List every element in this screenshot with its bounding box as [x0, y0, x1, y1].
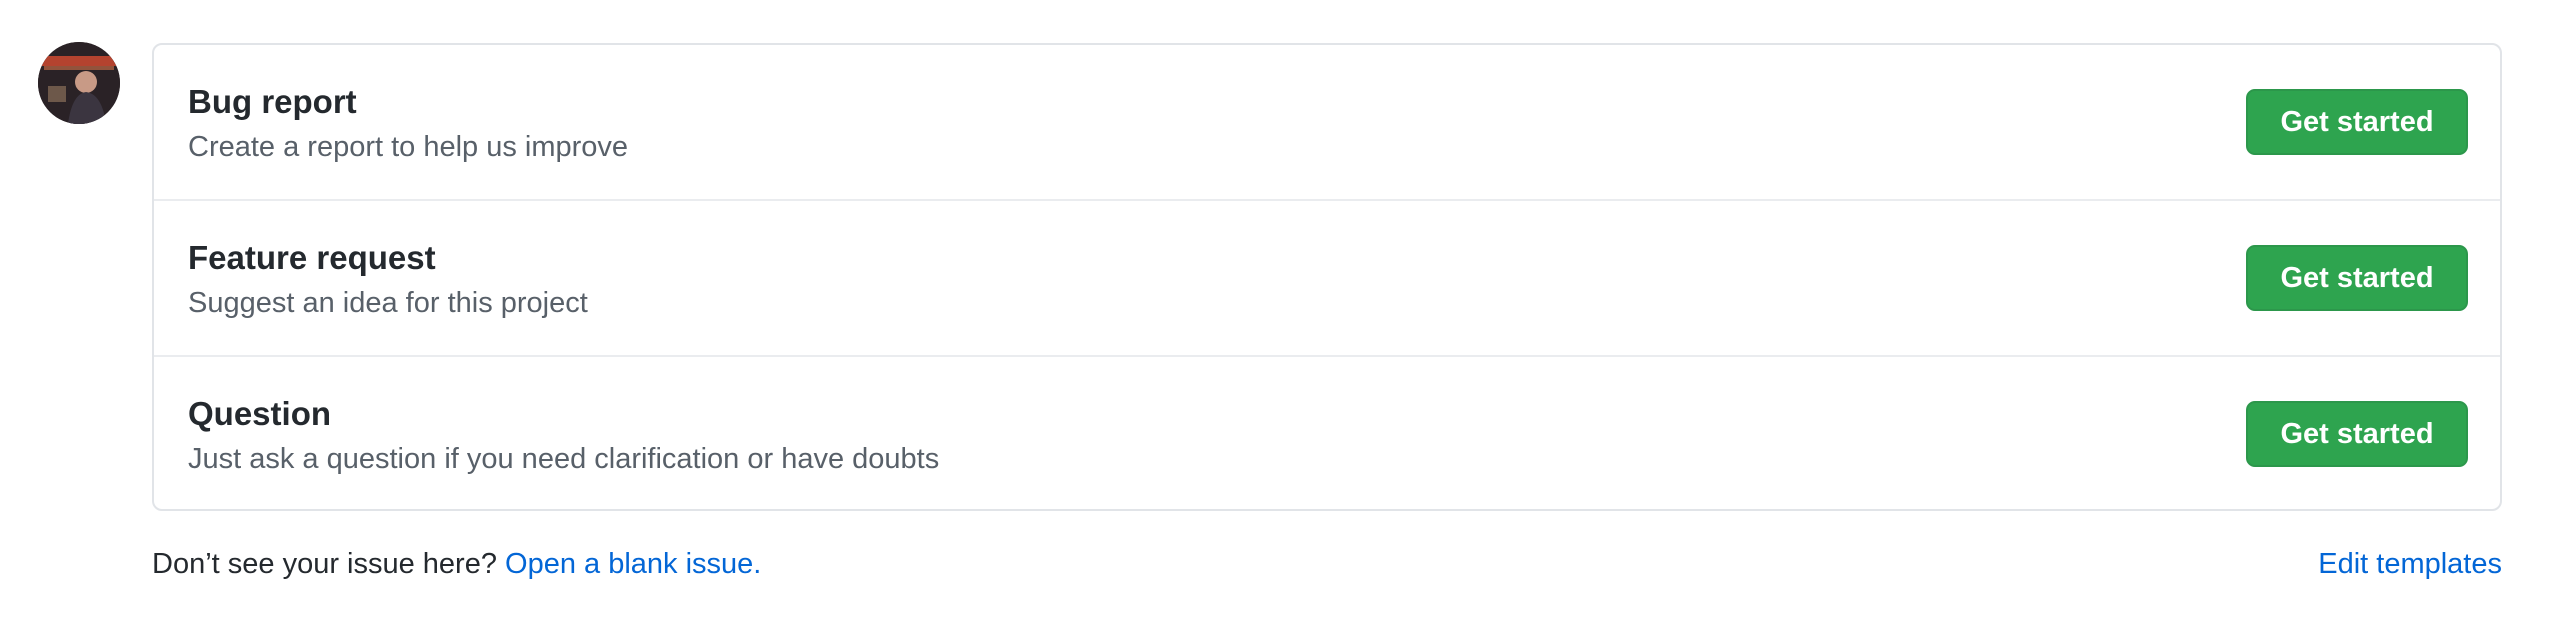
template-title: Feature request — [188, 239, 436, 276]
user-avatar[interactable] — [38, 42, 120, 124]
template-description: Create a report to help us improve — [188, 131, 629, 163]
avatar-photo-icon — [38, 42, 120, 124]
footer-prompt-text: Don’t see your issue here? — [152, 548, 506, 580]
template-title: Question — [188, 395, 332, 432]
open-blank-issue-link[interactable]: Open a blank issue. — [505, 548, 761, 580]
edit-templates-link[interactable]: Edit templates — [2318, 548, 2502, 581]
template-description: Suggest an idea for this project — [188, 287, 588, 319]
get-started-button-bug-report[interactable]: Get started — [2246, 89, 2468, 155]
template-row-bug-report: Bug report Create a report to help us im… — [154, 45, 2500, 201]
template-description: Just ask a question if you need clarific… — [188, 443, 940, 475]
issue-templates-list: Bug report Create a report to help us im… — [152, 43, 2502, 511]
template-row-question: Question Just ask a question if you need… — [154, 357, 2500, 513]
footer-left: Don’t see your issue here? Open a blank … — [152, 548, 761, 581]
get-started-button-feature-request[interactable]: Get started — [2246, 245, 2468, 311]
templates-footer: Don’t see your issue here? Open a blank … — [152, 548, 2502, 592]
get-started-button-question[interactable]: Get started — [2246, 401, 2468, 467]
template-title: Bug report — [188, 83, 357, 120]
template-row-feature-request: Feature request Suggest an idea for this… — [154, 201, 2500, 357]
